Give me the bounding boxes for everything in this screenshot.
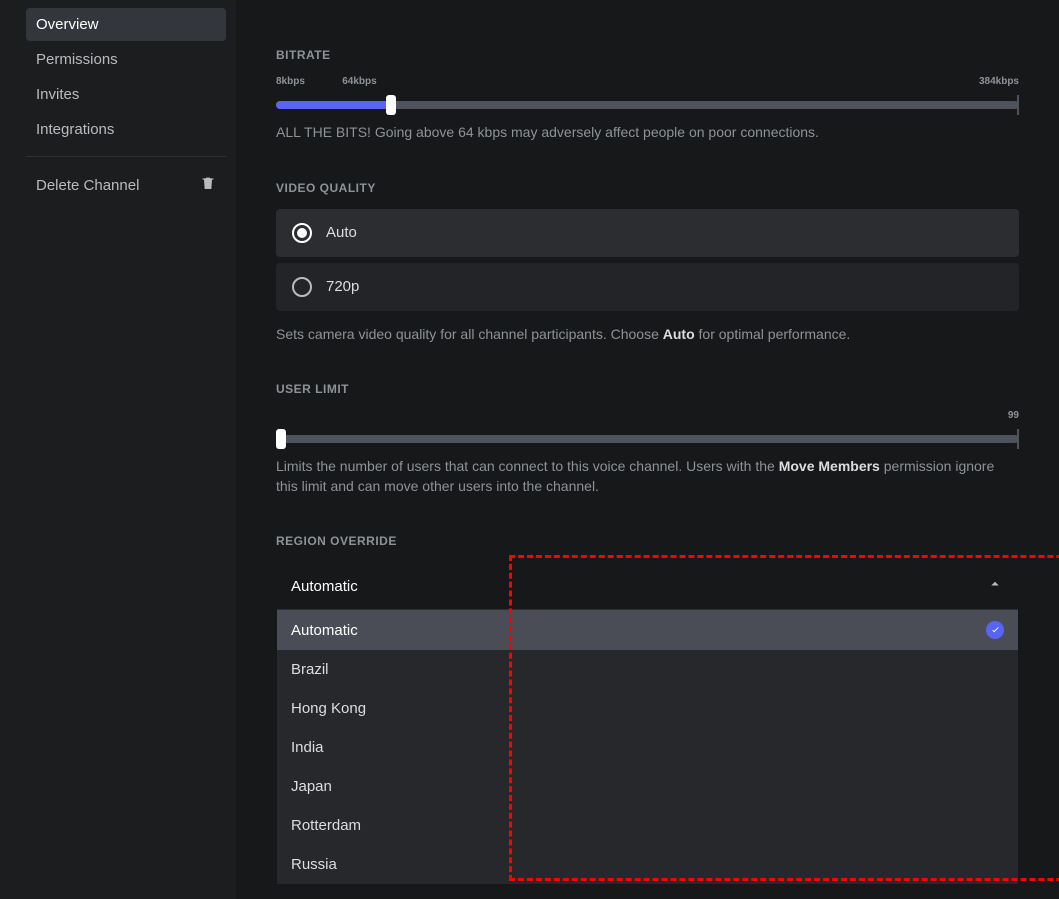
region-option-rotterdam[interactable]: Rotterdam xyxy=(277,806,1018,845)
bitrate-header: BITRATE xyxy=(276,48,1019,62)
sidebar-item-overview[interactable]: Overview xyxy=(26,8,226,41)
region-option-label: Japan xyxy=(291,778,332,795)
video-quality-option-auto[interactable]: Auto xyxy=(276,209,1019,257)
region-option-label: Automatic xyxy=(291,622,358,639)
video-quality-header: VIDEO QUALITY xyxy=(276,181,1019,195)
radio-icon xyxy=(292,277,312,297)
user-limit-section: USER LIMIT ∞ 99 Limits the number of use… xyxy=(276,382,1019,496)
delete-channel-button[interactable]: Delete Channel xyxy=(26,167,226,203)
bitrate-slider-fill xyxy=(276,101,391,109)
bitrate-mid-label: 64kbps xyxy=(342,76,376,87)
trash-icon xyxy=(200,175,216,195)
radio-label: 720p xyxy=(326,278,359,295)
user-limit-slider-thumb[interactable] xyxy=(276,429,286,449)
user-limit-header: USER LIMIT xyxy=(276,382,1019,396)
user-limit-max-label: 99 xyxy=(1008,410,1019,421)
region-option-japan[interactable]: Japan xyxy=(277,767,1018,806)
user-limit-slider[interactable] xyxy=(276,435,1019,443)
sidebar-divider xyxy=(26,156,226,157)
region-override-options: Automatic Brazil Hong Kong India Japan Rotter… xyxy=(277,610,1018,884)
video-quality-section: VIDEO QUALITY Auto 720p Sets camera video… xyxy=(276,181,1019,345)
region-override-section: REGION OVERRIDE Automatic Automatic Brazi… xyxy=(276,534,1019,885)
region-option-label: Brazil xyxy=(291,661,329,678)
bitrate-max-label: 384kbps xyxy=(979,76,1019,87)
radio-icon xyxy=(292,223,312,243)
check-icon xyxy=(986,621,1004,639)
bitrate-slider-end-tick xyxy=(1017,95,1019,115)
region-option-label: Rotterdam xyxy=(291,817,361,834)
user-limit-description: Limits the number of users that can conn… xyxy=(276,457,1019,496)
chevron-up-icon xyxy=(986,575,1004,597)
region-current-label: Automatic xyxy=(291,578,358,595)
region-option-hong-kong[interactable]: Hong Kong xyxy=(277,689,1018,728)
sidebar-item-permissions[interactable]: Permissions xyxy=(26,43,226,76)
region-option-india[interactable]: India xyxy=(277,728,1018,767)
region-option-label: India xyxy=(291,739,324,756)
region-override-select: Automatic Automatic Brazil Hong Kong India J… xyxy=(276,562,1019,885)
user-limit-slider-end-tick xyxy=(1017,429,1019,449)
region-override-current[interactable]: Automatic xyxy=(277,563,1018,610)
sidebar-item-integrations[interactable]: Integrations xyxy=(26,113,226,146)
settings-content: BITRATE 8kbps 64kbps 384kbps ALL THE BIT… xyxy=(236,0,1059,899)
region-option-russia[interactable]: Russia xyxy=(277,845,1018,884)
bitrate-min-label: 8kbps xyxy=(276,76,305,87)
delete-channel-label: Delete Channel xyxy=(36,177,139,194)
video-quality-description: Sets camera video quality for all channe… xyxy=(276,325,1019,345)
bitrate-description: ALL THE BITS! Going above 64 kbps may ad… xyxy=(276,123,1019,143)
bitrate-slider-thumb[interactable] xyxy=(386,95,396,115)
bitrate-slider[interactable] xyxy=(276,101,1019,109)
bitrate-section: BITRATE 8kbps 64kbps 384kbps ALL THE BIT… xyxy=(276,48,1019,143)
region-option-brazil[interactable]: Brazil xyxy=(277,650,1018,689)
video-quality-option-720p[interactable]: 720p xyxy=(276,263,1019,311)
region-override-header: REGION OVERRIDE xyxy=(276,534,1019,548)
sidebar-item-invites[interactable]: Invites xyxy=(26,78,226,111)
settings-sidebar: OverviewPermissionsInvitesIntegrations D… xyxy=(0,0,236,899)
radio-label: Auto xyxy=(326,224,357,241)
region-option-label: Russia xyxy=(291,856,337,873)
region-option-automatic[interactable]: Automatic xyxy=(277,610,1018,650)
region-option-label: Hong Kong xyxy=(291,700,366,717)
